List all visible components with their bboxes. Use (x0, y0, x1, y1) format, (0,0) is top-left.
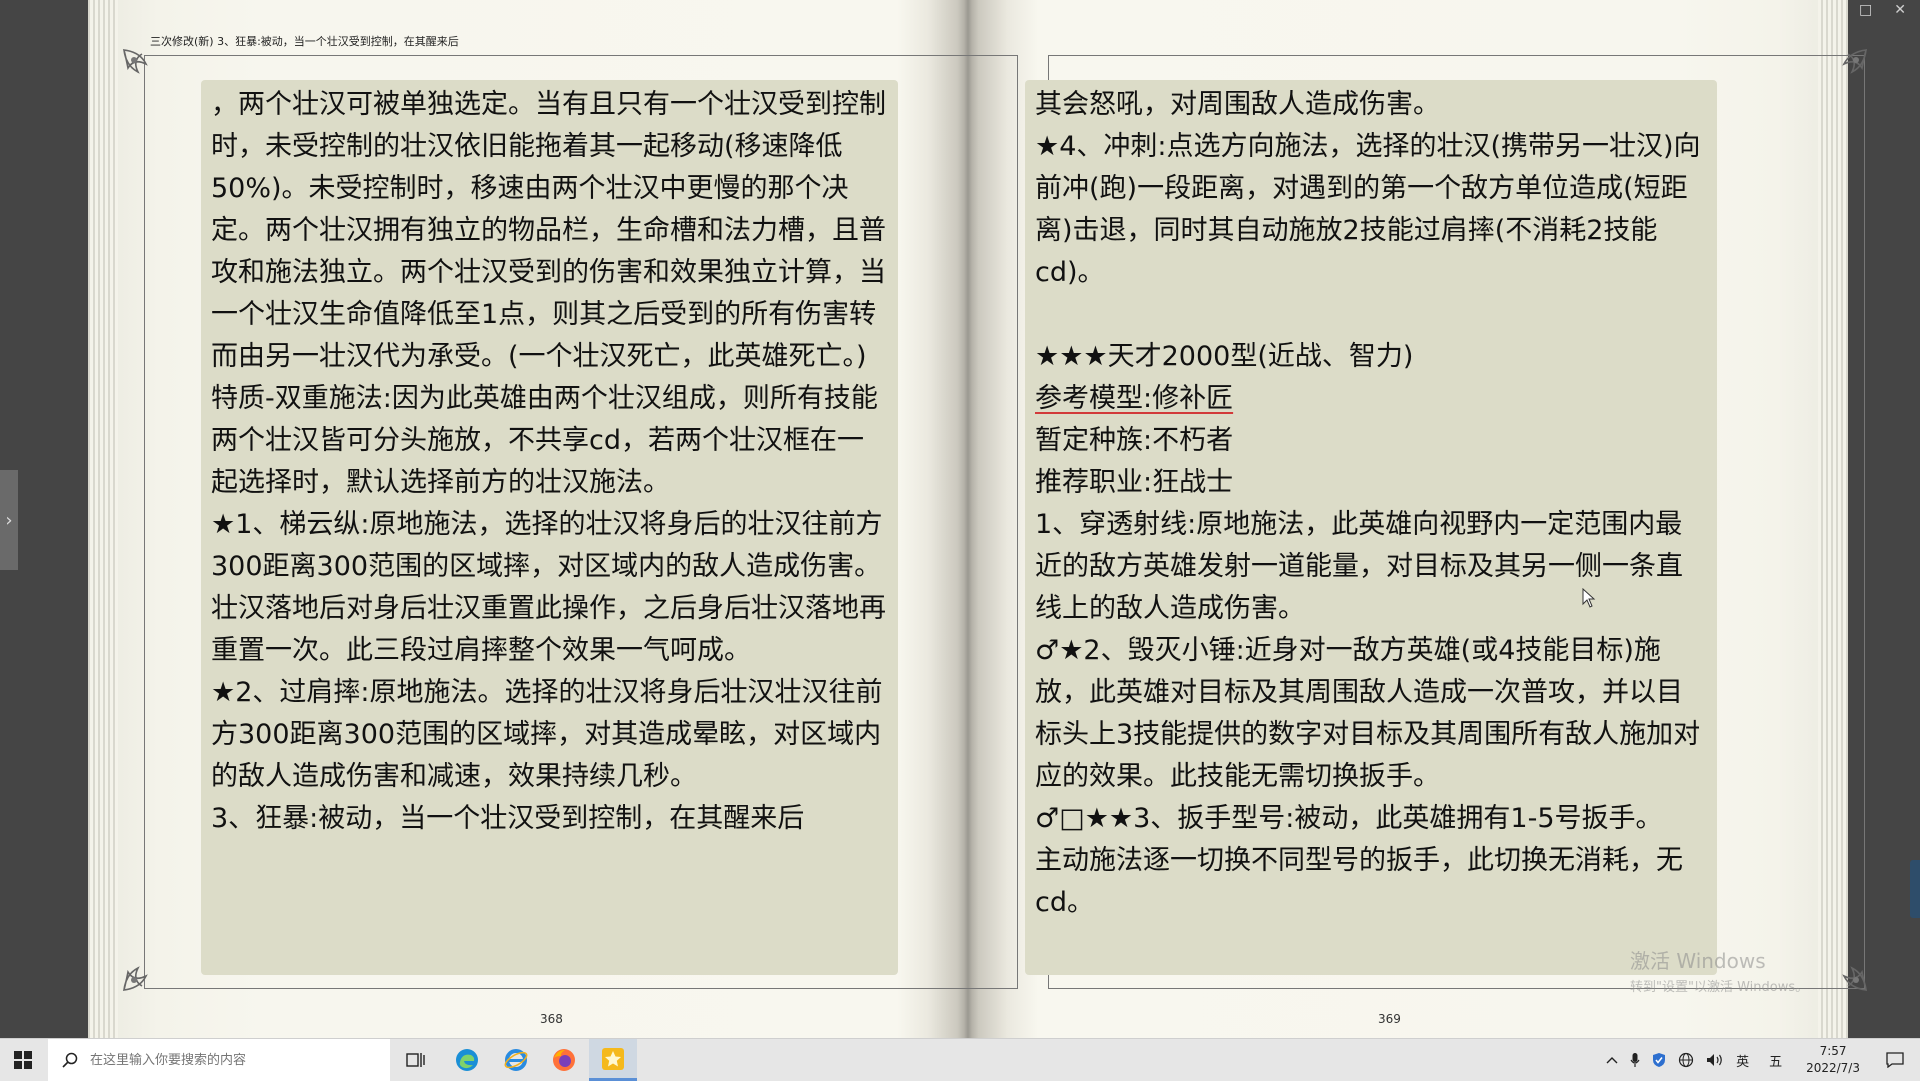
sidebar-toggle[interactable]: › (0, 470, 18, 570)
paragraph: 3、狂暴:被动，当一个壮汉受到控制，在其醒来后 (211, 803, 805, 834)
shield-icon (1653, 1053, 1666, 1067)
network-button[interactable] (1672, 1039, 1700, 1081)
reader-app-icon (602, 1047, 624, 1070)
edge-browser-icon (456, 1049, 478, 1071)
show-hidden-icons-button[interactable] (1600, 1039, 1624, 1081)
paragraph: 其会怒吼，对周围敌人造成伤害。 (1035, 89, 1440, 120)
network-icon (1678, 1052, 1694, 1068)
running-head: 三次修改(新) 3、狂暴:被动，当一个壮汉受到控制，在其醒来后 (150, 35, 459, 48)
watermark-title: 激活 Windows (1630, 949, 1766, 973)
close-button[interactable]: ✕ (1894, 2, 1906, 18)
paragraph: ★2、过肩摔:原地施法。选择的壮汉将身后壮汉壮汉往前方300距离300范围的区域… (211, 677, 883, 792)
paragraph: ★★★天才2000型(近战、智力) (1035, 341, 1414, 372)
action-center-button[interactable] (1870, 1039, 1920, 1081)
volume-icon (1707, 1054, 1722, 1066)
page-number-left: 368 (540, 1012, 563, 1026)
paragraph: ♂★2、毁灭小锤:近身对一敌方英雄(或4技能目标)施放，此英雄对目标及其周围敌人… (1035, 635, 1701, 792)
task-view-icon (406, 1053, 425, 1067)
watermark-subtitle: 转到"设置"以激活 Windows。 (1630, 980, 1809, 995)
ime-language-button[interactable]: 英 (1730, 1039, 1755, 1081)
paragraph: 特质-双重施法:因为此英雄由两个壮汉组成，则所有技能两个壮汉皆可分头施放，不共享… (211, 383, 878, 498)
book-spread: 三次修改(新) 3、狂暴:被动，当一个壮汉受到控制，在其醒来后 ，两个壮汉可被单… (88, 0, 1868, 1038)
paragraph: 推荐职业:狂战士 (1035, 467, 1234, 498)
chevron-up-icon (1606, 1057, 1618, 1064)
maximize-button[interactable]: □ (1859, 2, 1872, 18)
notification-icon (1886, 1052, 1904, 1068)
paragraph (1035, 294, 1707, 336)
ornament-corner-icon (120, 46, 174, 100)
page-edge-left (88, 0, 118, 1038)
mouse-cursor-icon (1582, 588, 1596, 608)
start-button[interactable] (0, 1039, 46, 1081)
side-panel-handle[interactable] (1910, 860, 1920, 918)
ornament-corner-icon (1816, 940, 1870, 994)
clock-date: 2022/7/3 (1806, 1061, 1860, 1075)
taskbar: 英 五 7:57 2022/7/3 (0, 1038, 1920, 1081)
microphone-icon (1630, 1053, 1640, 1067)
edge-app-button[interactable] (443, 1039, 491, 1081)
right-page-text: 其会怒吼，对周围敌人造成伤害。 ★4、冲刺:点选方向施法，选择的壮汉(携带另一壮… (1025, 80, 1717, 975)
firefox-icon (553, 1049, 575, 1071)
windows-logo-icon (14, 1051, 32, 1069)
clock[interactable]: 7:57 2022/7/3 (1796, 1043, 1870, 1077)
paragraph: ，两个壮汉可被单独选定。当有且只有一个壮汉受到控制时，未受控制的壮汉依旧能拖着其… (211, 89, 886, 372)
system-tray: 英 五 7:57 2022/7/3 (1600, 1039, 1920, 1081)
paragraph: 1、穿透射线:原地施法，此英雄向视野内一定范围内最近的敌方英雄发射一道能量，对目… (1035, 509, 1683, 624)
search-icon (62, 1052, 78, 1068)
search-input[interactable] (88, 1051, 372, 1069)
paragraph: 参考模型:修补匠 (1035, 378, 1707, 420)
page-number-right: 369 (1378, 1012, 1401, 1026)
microphone-button[interactable] (1624, 1039, 1646, 1081)
chevron-right-icon: › (5, 509, 13, 531)
taskbar-search[interactable] (48, 1039, 390, 1081)
ime-mode-button[interactable]: 五 (1755, 1039, 1796, 1081)
reader-app-button[interactable] (589, 1039, 637, 1081)
paragraph: 暂定种族:不朽者 (1035, 425, 1234, 456)
firefox-app-button[interactable] (540, 1039, 588, 1081)
activation-watermark: 激活 Windows 转到"设置"以激活 Windows。 (1630, 945, 1808, 995)
task-view-button[interactable] (392, 1039, 440, 1081)
clock-time: 7:57 (1819, 1044, 1847, 1058)
left-page-text: ，两个壮汉可被单独选定。当有且只有一个壮汉受到控制时，未受控制的壮汉依旧能拖着其… (201, 80, 898, 975)
paragraph: ♂□★★3、扳手型号:被动，此英雄拥有1-5号扳手。 (1035, 803, 1663, 834)
ornament-corner-icon (120, 940, 174, 994)
ornament-corner-icon (1816, 46, 1870, 100)
security-button[interactable] (1646, 1039, 1672, 1081)
reader-window: › — □ ✕ 三次修改(新) 3、狂暴:被动，当一个壮汉受到控制，在其醒来后 … (0, 0, 1920, 1038)
paragraph: 主动施法逐一切换不同型号的扳手，此切换无消耗，无cd。 (1035, 845, 1683, 918)
ie-browser-icon (504, 1049, 528, 1071)
ie-app-button[interactable] (492, 1039, 540, 1081)
paragraph: ★4、冲刺:点选方向施法，选择的壮汉(携带另一壮汉)向前冲(跑)一段距离，对遇到… (1035, 131, 1701, 288)
volume-button[interactable] (1700, 1039, 1730, 1081)
paragraph: ★1、梯云纵:原地施法，选择的壮汉将身后的壮汉往前方300距离300范围的区域摔… (211, 509, 886, 666)
spellcheck-underlined-text: 参考模型:修补匠 (1035, 383, 1234, 414)
